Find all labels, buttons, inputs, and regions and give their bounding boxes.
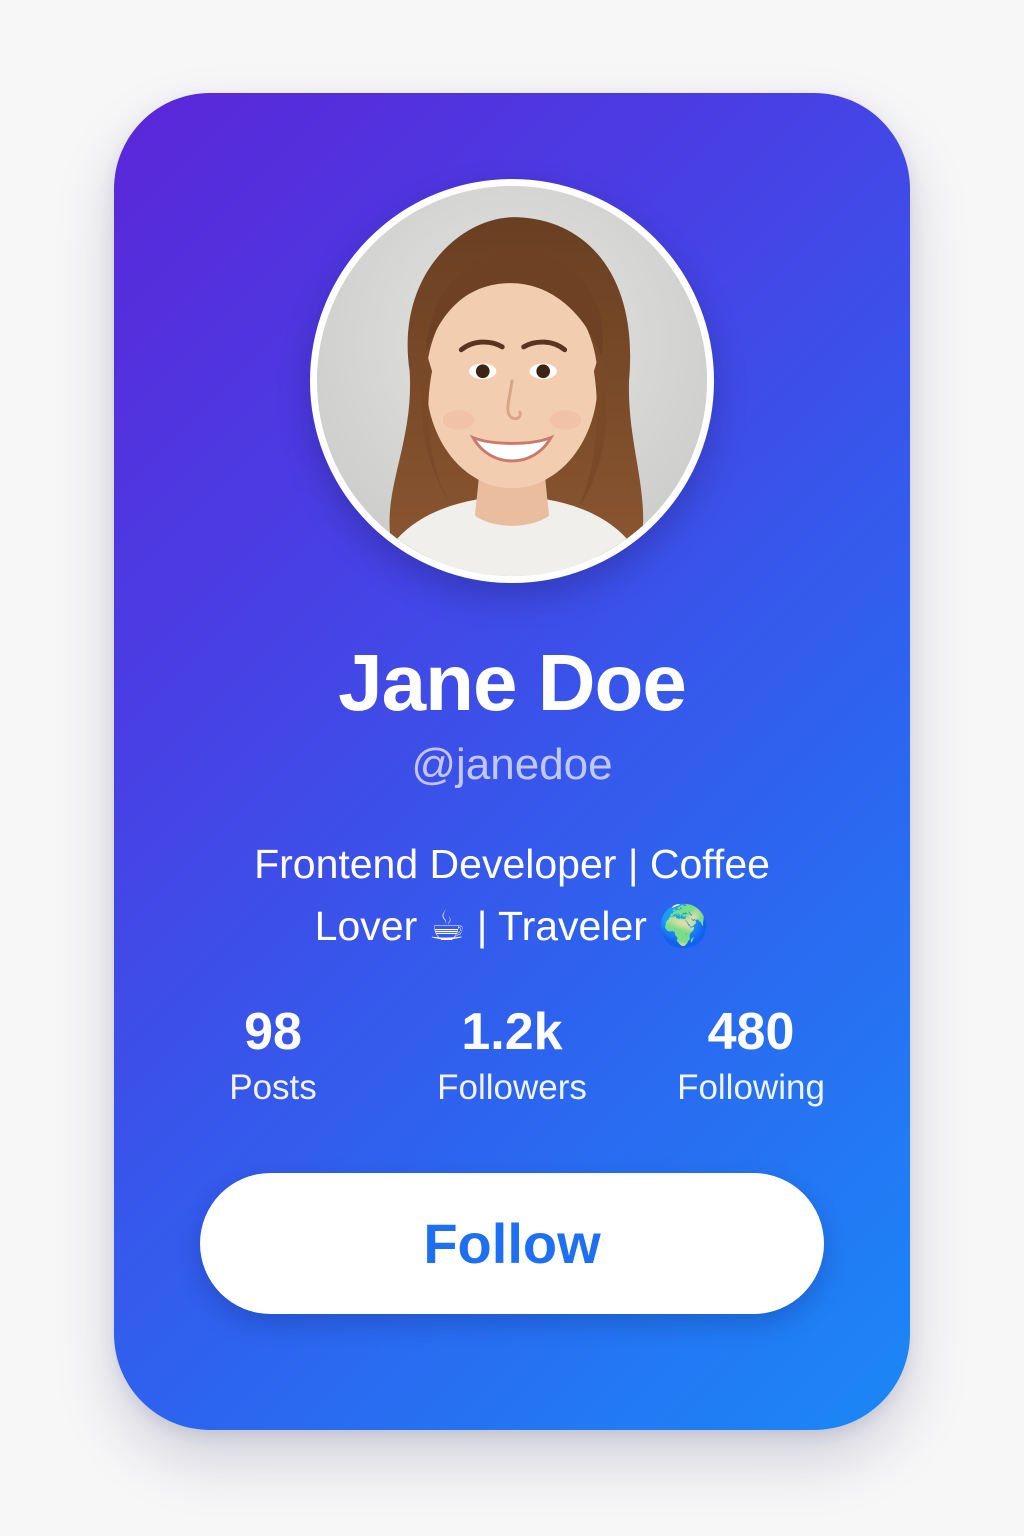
stats-row: 98 Posts 1.2k Followers 480 Following <box>154 1001 870 1111</box>
stat-following[interactable]: 480 Following <box>632 1001 870 1111</box>
avatar[interactable] <box>310 179 714 583</box>
stat-followers[interactable]: 1.2k Followers <box>393 1001 631 1111</box>
stat-label: Followers <box>437 1068 587 1107</box>
stat-value: 1.2k <box>461 1003 563 1061</box>
profile-handle: @janedoe <box>411 740 613 789</box>
stat-label: Posts <box>229 1068 317 1107</box>
stat-posts[interactable]: 98 Posts <box>154 1001 392 1111</box>
stat-label: Following <box>677 1068 825 1107</box>
follow-button[interactable]: Follow <box>200 1173 824 1314</box>
profile-bio: Frontend Developer | Coffee Lover ☕ | Tr… <box>254 841 770 949</box>
profile-photo <box>317 186 707 576</box>
profile-name: Jane Doe <box>338 638 687 727</box>
profile-card: Jane Doe @janedoe Frontend Developer | C… <box>114 93 910 1430</box>
stat-value: 98 <box>244 1003 302 1061</box>
stat-value: 480 <box>707 1003 795 1061</box>
